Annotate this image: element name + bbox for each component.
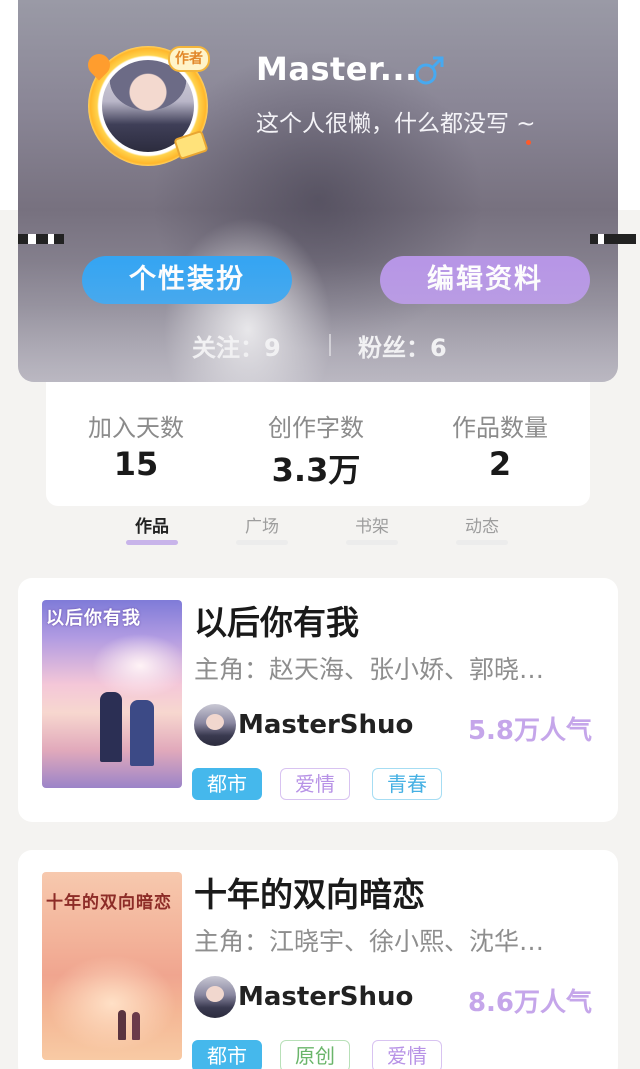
genre-tag[interactable]: 原创 xyxy=(280,1040,350,1069)
tab-indicator xyxy=(236,540,288,545)
stat-days: 加入天数 15 xyxy=(46,408,226,483)
author-name: MasterShuo xyxy=(238,710,414,740)
tab-indicator xyxy=(126,540,178,545)
author-avatar xyxy=(194,704,236,746)
genre-tag[interactable]: 都市 xyxy=(192,1040,262,1069)
book-title[interactable]: 十年的双向暗恋 xyxy=(194,868,425,916)
tab-indicator xyxy=(456,540,508,545)
divider xyxy=(329,334,331,356)
author-avatar xyxy=(194,976,236,1018)
profile-tabs: 作品 广场 书架 动态 xyxy=(0,508,640,552)
bio-text: 这个人很懒，什么都没写 ~ xyxy=(256,111,536,137)
stats-card: 加入天数 15 创作字数 3.3万 作品数量 2 xyxy=(46,382,590,506)
stat-label: 作品数量 xyxy=(452,414,548,442)
dress-up-button[interactable]: 个性装扮 xyxy=(82,256,292,304)
book-roles: 主角：赵天海、张小娇、郭晓… xyxy=(194,655,545,684)
book-cover[interactable]: 以后你有我 xyxy=(42,600,182,788)
tab-activity[interactable]: 动态 xyxy=(447,512,517,537)
stat-value: 15 xyxy=(113,445,159,483)
cover-title: 十年的双向暗恋 xyxy=(46,893,172,913)
stat-works: 作品数量 2 xyxy=(410,408,590,483)
username: Master... xyxy=(256,50,418,88)
book-cover[interactable]: 十年的双向暗恋 xyxy=(42,872,182,1060)
tab-indicator xyxy=(346,540,398,545)
genre-tag[interactable]: 爱情 xyxy=(280,768,350,800)
cover-figure xyxy=(118,1010,126,1040)
edge-marker-right xyxy=(590,234,636,244)
avatar[interactable]: 作者 xyxy=(80,38,216,174)
popularity-count: 5.8万人气 xyxy=(467,716,592,746)
genre-tag[interactable]: 爱情 xyxy=(372,1040,442,1069)
cover-title: 以后你有我 xyxy=(46,608,141,629)
edit-profile-button[interactable]: 编辑资料 xyxy=(380,256,590,304)
red-dot xyxy=(526,140,531,145)
profile-header: 作者 Master... 这个人很懒，什么都没写 ~ 个性装扮 编辑资料 关注：… xyxy=(18,0,618,382)
cover-figure xyxy=(130,700,154,766)
book-card[interactable]: 十年的双向暗恋 十年的双向暗恋 主角：江晓宇、徐小熙、沈华… MasterShu… xyxy=(18,850,618,1069)
stat-label: 创作字数 xyxy=(268,414,364,442)
follow-stats: 关注：9 粉丝：6 xyxy=(18,328,618,362)
following-count[interactable]: 关注：9 xyxy=(192,328,281,363)
male-icon xyxy=(415,56,444,85)
stat-label: 加入天数 xyxy=(88,414,184,442)
genre-tag[interactable]: 都市 xyxy=(192,768,262,800)
fans-count[interactable]: 粉丝：6 xyxy=(358,328,447,363)
cover-figure xyxy=(100,692,122,762)
right-edge-strip xyxy=(618,0,640,210)
tab-square[interactable]: 广场 xyxy=(227,512,297,537)
edge-marker-left xyxy=(18,234,64,244)
stat-value: 2 xyxy=(488,445,512,483)
left-edge-strip xyxy=(0,0,18,210)
author-name: MasterShuo xyxy=(238,982,414,1012)
book-roles: 主角：江晓宇、徐小熙、沈华… xyxy=(194,927,545,956)
genre-tag[interactable]: 青春 xyxy=(372,768,442,800)
popularity-count: 8.6万人气 xyxy=(467,988,592,1018)
author-badge: 作者 xyxy=(168,46,210,72)
tab-bookshelf[interactable]: 书架 xyxy=(337,512,407,537)
book-title[interactable]: 以后你有我 xyxy=(194,596,359,644)
stat-words: 创作字数 3.3万 xyxy=(226,408,406,491)
book-card[interactable]: 以后你有我 以后你有我 主角：赵天海、张小娇、郭晓… MasterShuo 5.… xyxy=(18,578,618,822)
tab-works[interactable]: 作品 xyxy=(117,512,187,537)
cover-figure xyxy=(132,1012,140,1040)
stat-value: 3.3万 xyxy=(271,451,361,489)
